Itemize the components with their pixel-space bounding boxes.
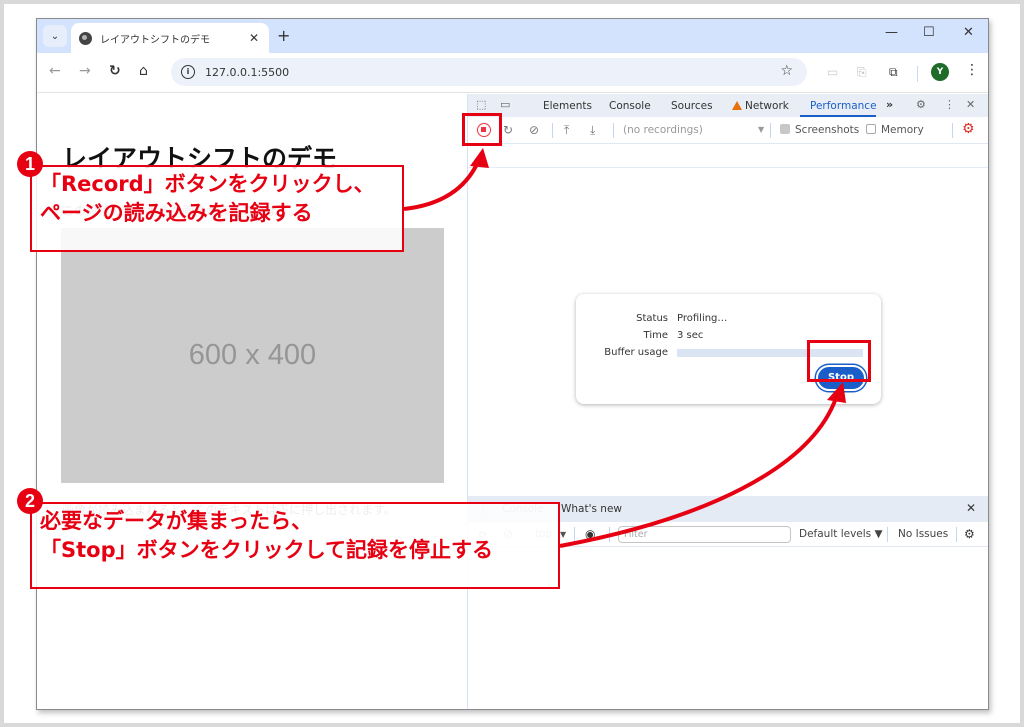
close-drawer-icon[interactable]: ✕ (966, 501, 976, 515)
url-text: 127.0.0.1:5500 (205, 65, 290, 79)
stop-button-highlight (807, 340, 871, 382)
toolbar-divider (917, 66, 918, 82)
new-tab-button[interactable]: + (277, 26, 290, 45)
browser-menu-icon[interactable]: ⋮ (965, 62, 979, 78)
globe-icon (79, 31, 92, 45)
status-label: Status (636, 313, 668, 324)
step1-number-badge: 1 (17, 151, 43, 177)
home-button[interactable]: ⌂ (139, 63, 148, 79)
time-value: 3 sec (677, 330, 704, 341)
reading-mode-icon[interactable]: ▭ (827, 65, 838, 79)
devtools-menu-icon[interactable]: ⋮ (944, 98, 955, 111)
browser-toolbar: ← → ↻ ⌂ i 127.0.0.1:5500 ☆ ▭ ⎘ ⧉ Y ⋮ (37, 53, 988, 93)
reload-button[interactable]: ↻ (109, 63, 121, 79)
image-placeholder: 600 x 400 (61, 228, 444, 483)
console-settings-gear-icon[interactable]: ⚙ (964, 527, 975, 541)
console-filter-input[interactable]: Filter (618, 526, 791, 543)
tab-close-icon[interactable]: ✕ (249, 31, 259, 45)
step2-line2: 「Stop」ボタンをクリックして記録を停止する (40, 538, 493, 562)
screenshots-checkbox[interactable]: Screenshots (780, 124, 859, 136)
tab-performance[interactable]: Performance (810, 100, 877, 112)
image-placeholder-label: 600 x 400 (188, 339, 317, 371)
tab-network-label: Network (745, 100, 789, 112)
inspect-element-icon[interactable]: ⬚ (476, 98, 486, 111)
context-dropdown-icon[interactable]: ▼ (560, 530, 566, 539)
toolbar-separator (609, 527, 610, 542)
recordings-select[interactable]: (no recordings) (623, 124, 703, 136)
toolbar-separator (552, 123, 553, 138)
toolbar-separator (887, 527, 888, 542)
recordings-dropdown-icon[interactable]: ▼ (758, 125, 764, 134)
status-value: Profiling… (677, 313, 728, 324)
capture-settings-gear-icon[interactable]: ⚙ (962, 121, 975, 137)
toolbar-separator (574, 527, 575, 542)
browser-tab[interactable]: レイアウトシフトのデモ ✕ (71, 23, 269, 53)
step1-callout: 「Record」ボタンをクリックし、 ページの読み込みを記録する (30, 165, 404, 252)
reload-record-icon[interactable]: ↻ (503, 123, 513, 137)
devtools-panel: ⬚ ▭ Elements Console Sources Network Per… (467, 94, 988, 709)
log-levels-select[interactable]: Default levels ▼ (799, 528, 883, 540)
tab-console[interactable]: Console (609, 100, 651, 112)
checkbox-unchecked (866, 124, 876, 134)
close-window-button[interactable]: ✕ (963, 25, 974, 40)
checkbox-checked (780, 124, 790, 134)
devtools-tabbar: ⬚ ▭ Elements Console Sources Network Per… (468, 94, 988, 117)
address-bar[interactable]: i 127.0.0.1:5500 ☆ (171, 58, 807, 86)
chevron-down-icon: ⌄ (50, 30, 60, 42)
tab-search-button[interactable]: ⌄ (43, 25, 67, 47)
extension-icon[interactable]: ⎘ (857, 65, 867, 80)
tab-title: レイアウトシフトのデモ (100, 34, 210, 46)
toolbar-separator (952, 123, 953, 138)
eye-icon[interactable]: ◉ (585, 527, 595, 541)
performance-toolbar: ↻ ⊘ ⤒ ⤓ (no recordings) ▼ Screenshots Me… (468, 117, 988, 144)
drawer-tab-whats-new[interactable]: What's new (561, 503, 622, 515)
record-button-highlight (462, 113, 502, 146)
step2-line1: 必要なデータが集まったら、 (40, 509, 313, 533)
more-tabs-icon[interactable]: » (886, 98, 893, 111)
close-devtools-icon[interactable]: ✕ (966, 98, 975, 111)
profile-avatar[interactable]: Y (931, 63, 949, 81)
step2-number-badge: 2 (17, 488, 43, 514)
step1-line1: 「Record」ボタンをクリックし、 (40, 172, 375, 196)
forward-button[interactable]: → (79, 63, 91, 79)
upload-icon[interactable]: ⤒ (564, 123, 569, 138)
bookmark-star-icon[interactable]: ☆ (780, 63, 793, 79)
buffer-label: Buffer usage (604, 347, 668, 358)
memory-checkbox[interactable]: Memory (866, 124, 924, 136)
tab-strip: ⌄ レイアウトシフトのデモ ✕ + — ☐ ✕ (37, 19, 988, 53)
clear-icon[interactable]: ⊘ (529, 123, 539, 137)
device-toolbar-icon[interactable]: ▭ (500, 98, 510, 111)
site-info-icon[interactable]: i (181, 65, 195, 79)
issues-counter[interactable]: No Issues (898, 528, 948, 540)
toolbar-separator (613, 123, 614, 138)
timeline-divider (468, 167, 988, 168)
download-icon[interactable]: ⤓ (590, 123, 595, 138)
time-label: Time (643, 330, 668, 341)
maximize-button[interactable]: ☐ (923, 25, 935, 40)
screenshots-label: Screenshots (795, 124, 860, 136)
tab-sources[interactable]: Sources (671, 100, 713, 112)
settings-gear-icon[interactable]: ⚙ (916, 98, 926, 111)
tab-network[interactable]: Network (732, 100, 789, 112)
memory-label: Memory (881, 124, 924, 136)
toolbar-separator (770, 123, 771, 138)
minimize-button[interactable]: — (885, 25, 898, 40)
warning-icon (732, 101, 742, 110)
extensions-puzzle-icon[interactable]: ⧉ (889, 65, 898, 80)
toolbar-separator (956, 527, 957, 542)
step2-callout: 必要なデータが集まったら、 「Stop」ボタンをクリックして記録を停止する (30, 502, 560, 589)
step1-line2: ページの読み込みを記録する (40, 201, 313, 225)
tab-elements[interactable]: Elements (543, 100, 592, 112)
back-button[interactable]: ← (49, 63, 61, 79)
